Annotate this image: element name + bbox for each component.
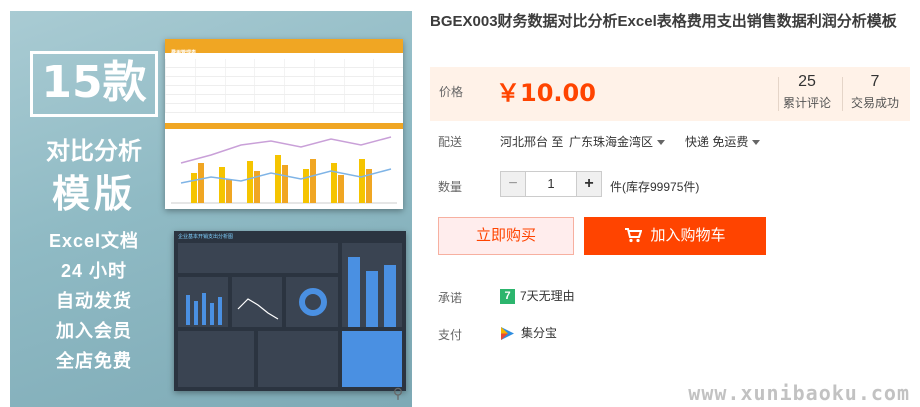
quantity-label: 数量 bbox=[438, 180, 463, 194]
feature-item: 加入会员 bbox=[56, 321, 132, 341]
sales-count: 7 bbox=[870, 73, 880, 90]
reviews-count: 25 bbox=[798, 73, 816, 90]
promo-count: 15款 bbox=[30, 51, 158, 117]
sales-stat: 7 交易成功 bbox=[843, 73, 907, 111]
feature-item: 24 小时 bbox=[60, 261, 128, 281]
cart-icon bbox=[625, 227, 643, 242]
delivery-destination[interactable]: 广东珠海金湾区 bbox=[569, 133, 666, 150]
watermark: www.xunibaoku.com bbox=[688, 381, 910, 405]
increase-button[interactable]: + bbox=[577, 172, 601, 196]
sheet2-title: 企业基本开销支出分析图 bbox=[178, 234, 234, 240]
quantity-input[interactable]: 1 bbox=[525, 172, 577, 196]
chevron-down-icon bbox=[752, 140, 761, 146]
buy-now-button[interactable]: 立即购买 bbox=[438, 217, 574, 255]
sheet1-chart bbox=[171, 136, 397, 204]
product-image[interactable]: 15款 对比分析 模版 Excel文档 24 小时 自动发货 加入会员 全店免费… bbox=[10, 11, 412, 407]
price-label: 价格 bbox=[439, 85, 464, 99]
feature-item: 全店免费 bbox=[56, 351, 132, 371]
spreadsheet-preview-2: 企业基本开销支出分析图 bbox=[174, 231, 406, 391]
spreadsheet-preview-1: 费用管理表 bbox=[165, 39, 403, 209]
add-to-cart-button[interactable]: 加入购物车 bbox=[584, 217, 766, 255]
reviews-label: 累计评论 bbox=[782, 96, 831, 110]
payment-label: 支付 bbox=[438, 328, 463, 342]
price-box: 价格 ￥10.00 25 累计评论 7 交易成功 bbox=[430, 67, 910, 121]
magnifier-icon[interactable]: ⚲ bbox=[388, 383, 408, 403]
price-value: ￥10.00 bbox=[496, 79, 596, 107]
payment-item: 集分宝 bbox=[500, 324, 557, 341]
promo-line2: 模版 bbox=[51, 174, 136, 216]
feature-item: Excel文档 bbox=[48, 231, 140, 251]
promo-line1: 对比分析 bbox=[46, 138, 142, 165]
reviews-stat[interactable]: 25 累计评论 bbox=[775, 73, 839, 111]
decrease-button[interactable]: − bbox=[501, 172, 525, 196]
jifenbao-icon bbox=[501, 327, 514, 341]
feature-item: 自动发货 bbox=[56, 291, 132, 311]
seven-day-return-icon: 7 bbox=[500, 289, 515, 305]
quantity-stepper: − 1 + bbox=[500, 171, 602, 197]
shipping-method[interactable]: 快递 免运费 bbox=[685, 133, 761, 150]
promise-item[interactable]: 7 7天无理由 bbox=[500, 287, 575, 305]
product-title: BGEX003财务数据对比分析Excel表格费用支出销售数据利润分析模板 bbox=[430, 13, 897, 30]
promise-label: 承诺 bbox=[438, 291, 463, 305]
chevron-down-icon bbox=[657, 140, 666, 146]
delivery-label: 配送 bbox=[438, 135, 463, 149]
stock-text: 件(库存99975件) bbox=[610, 180, 700, 194]
sales-label: 交易成功 bbox=[850, 96, 899, 110]
delivery-from: 河北邢台 至 bbox=[500, 135, 564, 149]
